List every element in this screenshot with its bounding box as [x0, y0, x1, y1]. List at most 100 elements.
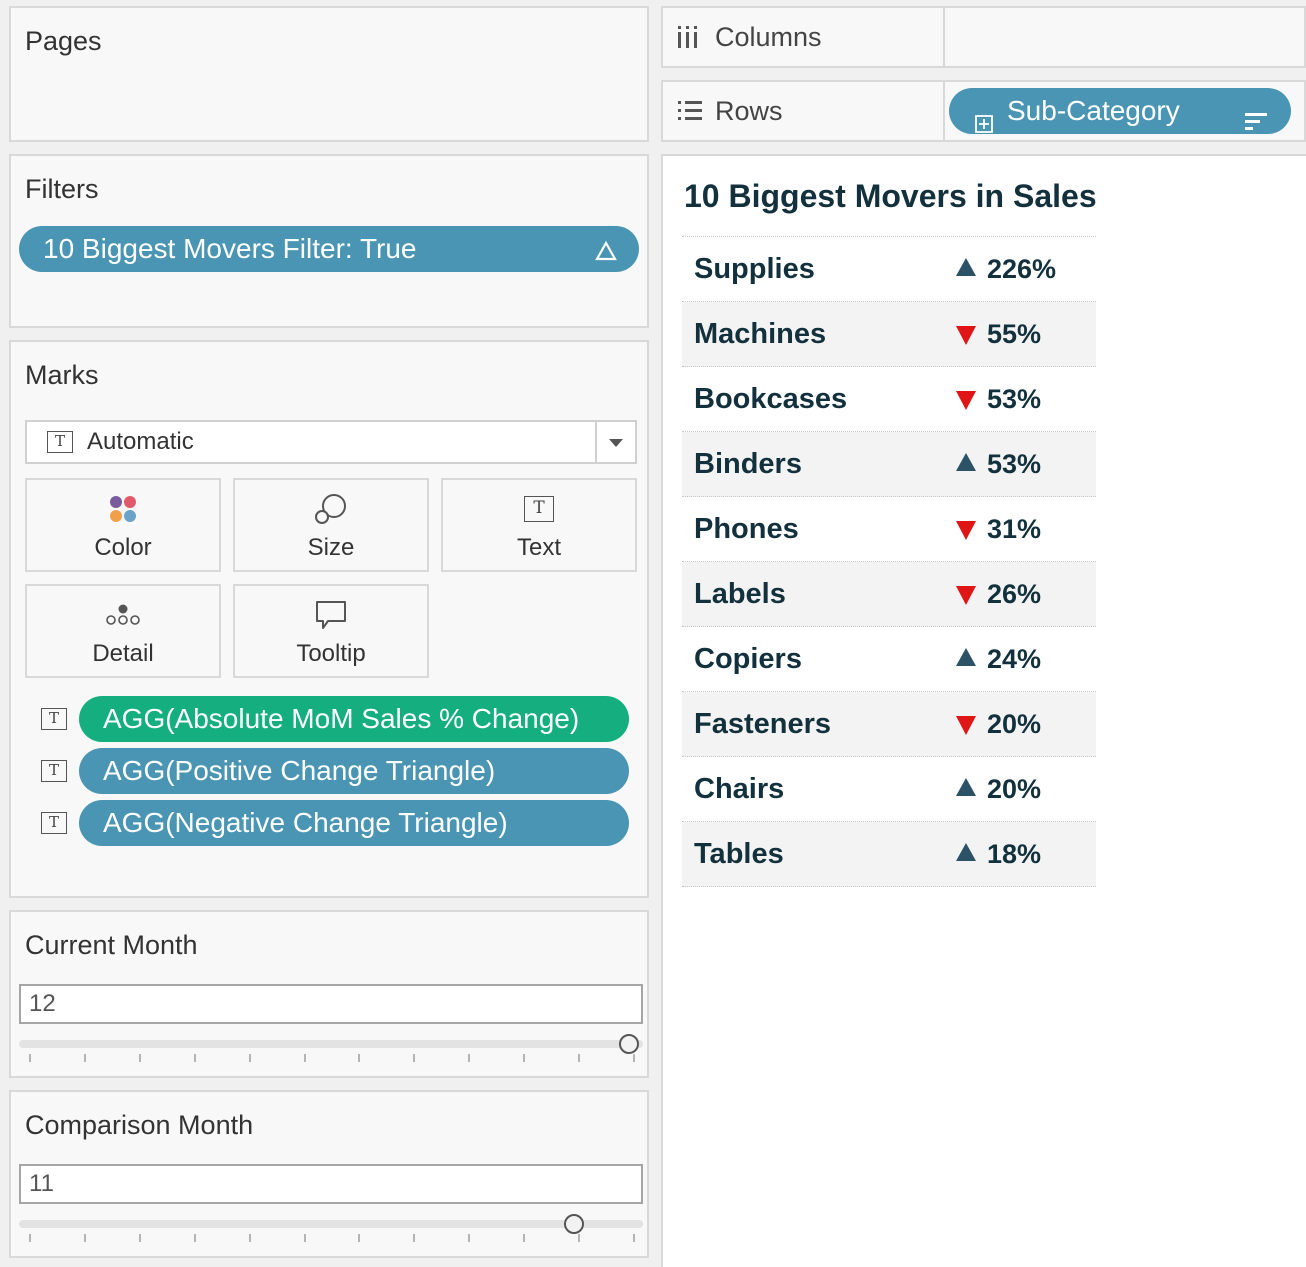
marks-title: Marks	[25, 360, 99, 390]
change-percent-cell: 226%	[987, 254, 1057, 284]
change-percent-cell: 31%	[987, 514, 1042, 544]
size-icon	[235, 492, 427, 526]
filter-pill-label: 10 Biggest Movers Filter: True	[43, 233, 417, 264]
table-row[interactable]: Tables 18%	[682, 822, 1096, 887]
rows-icon	[677, 100, 703, 127]
table-row[interactable]: Bookcases 53%	[682, 367, 1096, 432]
detail-label: Detail	[92, 640, 154, 667]
color-button[interactable]: Color	[25, 478, 221, 572]
mark-type-dropdown[interactable]: T Automatic	[25, 420, 637, 464]
comparison-month-input[interactable]: 11	[19, 1164, 643, 1204]
pages-title: Pages	[25, 26, 102, 56]
text-mark-icon: T	[47, 431, 73, 453]
tooltip-button[interactable]: Tooltip	[233, 584, 429, 678]
table-row[interactable]: Binders 53%	[682, 432, 1096, 497]
text-icon: T	[443, 492, 635, 526]
rows-shelf[interactable]: Rows Sub-Category	[661, 80, 1306, 142]
field-pill-label: AGG(Positive Change Triangle)	[103, 755, 496, 786]
change-percent-cell: 20%	[987, 774, 1042, 804]
rows-label: Rows	[715, 96, 783, 126]
down-triangle-icon	[956, 521, 976, 540]
slider-tick	[248, 1054, 251, 1062]
sort-descending-icon[interactable]	[1245, 100, 1267, 146]
size-button[interactable]: Size	[233, 478, 429, 572]
slider-tick	[29, 1054, 31, 1062]
mark-type-label: Automatic	[87, 428, 194, 455]
columns-shelf[interactable]: Columns	[661, 6, 1306, 68]
filter-pill[interactable]: 10 Biggest Movers Filter: True	[19, 226, 639, 272]
slider-tick	[633, 1054, 635, 1062]
sub-category-cell: Chairs	[694, 773, 785, 805]
slider-tick	[358, 1234, 361, 1242]
slider-tick	[578, 1234, 581, 1242]
field-pill-negative-triangle[interactable]: AGG(Negative Change Triangle)	[79, 800, 629, 846]
sub-category-cell: Fasteners	[694, 708, 832, 740]
expand-icon[interactable]	[975, 101, 993, 147]
text-field-icon: T	[41, 812, 67, 834]
current-month-input[interactable]: 12	[19, 984, 643, 1024]
slider-tick	[138, 1234, 141, 1242]
slider-tick	[193, 1234, 196, 1242]
slider-tick	[29, 1234, 31, 1242]
table-row[interactable]: Chairs 20%	[682, 757, 1096, 822]
up-triangle-icon	[956, 258, 976, 276]
current-month-card: Current Month 12	[9, 910, 649, 1078]
dropdown-divider	[595, 422, 597, 462]
down-triangle-icon	[956, 716, 976, 735]
columns-shelf-divider	[943, 8, 945, 66]
detail-icon	[27, 598, 219, 632]
slider-tick	[413, 1054, 416, 1062]
tooltip-icon	[235, 598, 427, 632]
comparison-month-title: Comparison Month	[25, 1110, 254, 1140]
sub-category-cell: Binders	[694, 448, 802, 480]
change-percent-cell: 53%	[987, 449, 1042, 479]
chevron-down-icon[interactable]	[609, 439, 623, 447]
color-icon	[27, 492, 219, 526]
sub-category-cell: Bookcases	[694, 383, 848, 415]
up-triangle-icon	[956, 843, 976, 861]
slider-tick	[523, 1054, 526, 1062]
table-row[interactable]: Labels 26%	[682, 562, 1096, 627]
slider-handle[interactable]	[564, 1214, 585, 1234]
current-month-slider[interactable]	[19, 1034, 643, 1062]
table-row[interactable]: Phones 31%	[682, 497, 1096, 562]
filters-card: Filters 10 Biggest Movers Filter: True	[9, 154, 649, 328]
sub-category-cell: Supplies	[694, 253, 815, 285]
change-percent-cell: 26%	[987, 579, 1042, 609]
change-percent-cell: 20%	[987, 709, 1042, 739]
viz-title: 10 Biggest Movers in Sales	[684, 178, 1097, 214]
columns-label: Columns	[715, 22, 822, 52]
filters-title: Filters	[25, 174, 99, 204]
slider-tick	[303, 1234, 306, 1242]
movers-table: Supplies 226% Machines 55% Bookcases 53% Binde…	[682, 236, 1096, 887]
text-button[interactable]: T Text	[441, 478, 637, 572]
comparison-month-card: Comparison Month 11	[9, 1090, 649, 1258]
sub-category-label: Sub-Category	[1007, 95, 1180, 126]
color-label: Color	[94, 534, 152, 561]
detail-button[interactable]: Detail	[25, 584, 221, 678]
up-triangle-icon	[956, 778, 976, 796]
slider-tick	[413, 1234, 416, 1242]
field-pill-label: AGG(Negative Change Triangle)	[103, 807, 508, 838]
pages-card: Pages	[9, 6, 649, 142]
down-triangle-icon	[956, 586, 976, 605]
field-pill-label: AGG(Absolute MoM Sales % Change)	[103, 703, 580, 734]
table-row[interactable]: Supplies 226%	[682, 237, 1096, 302]
slider-handle[interactable]	[619, 1034, 639, 1054]
sub-category-pill[interactable]: Sub-Category	[949, 88, 1291, 134]
sub-category-cell: Labels	[694, 578, 786, 610]
slider-tick	[468, 1234, 471, 1242]
rows-shelf-divider	[943, 82, 945, 140]
table-row[interactable]: Fasteners 20%	[682, 692, 1096, 757]
up-triangle-icon	[956, 648, 976, 666]
marks-card: Marks T Automatic Color Size T Text Deta…	[9, 340, 649, 898]
field-pill-positive-triangle[interactable]: AGG(Positive Change Triangle)	[79, 748, 629, 794]
sub-category-cell: Tables	[694, 838, 784, 870]
tooltip-label: Tooltip	[296, 640, 366, 667]
comparison-month-slider[interactable]	[19, 1214, 643, 1242]
field-pill-absolute-change[interactable]: AGG(Absolute MoM Sales % Change)	[79, 696, 629, 742]
slider-tick	[358, 1054, 361, 1062]
columns-icon	[677, 24, 699, 55]
table-row[interactable]: Copiers 24%	[682, 627, 1096, 692]
table-row[interactable]: Machines 55%	[682, 302, 1096, 367]
